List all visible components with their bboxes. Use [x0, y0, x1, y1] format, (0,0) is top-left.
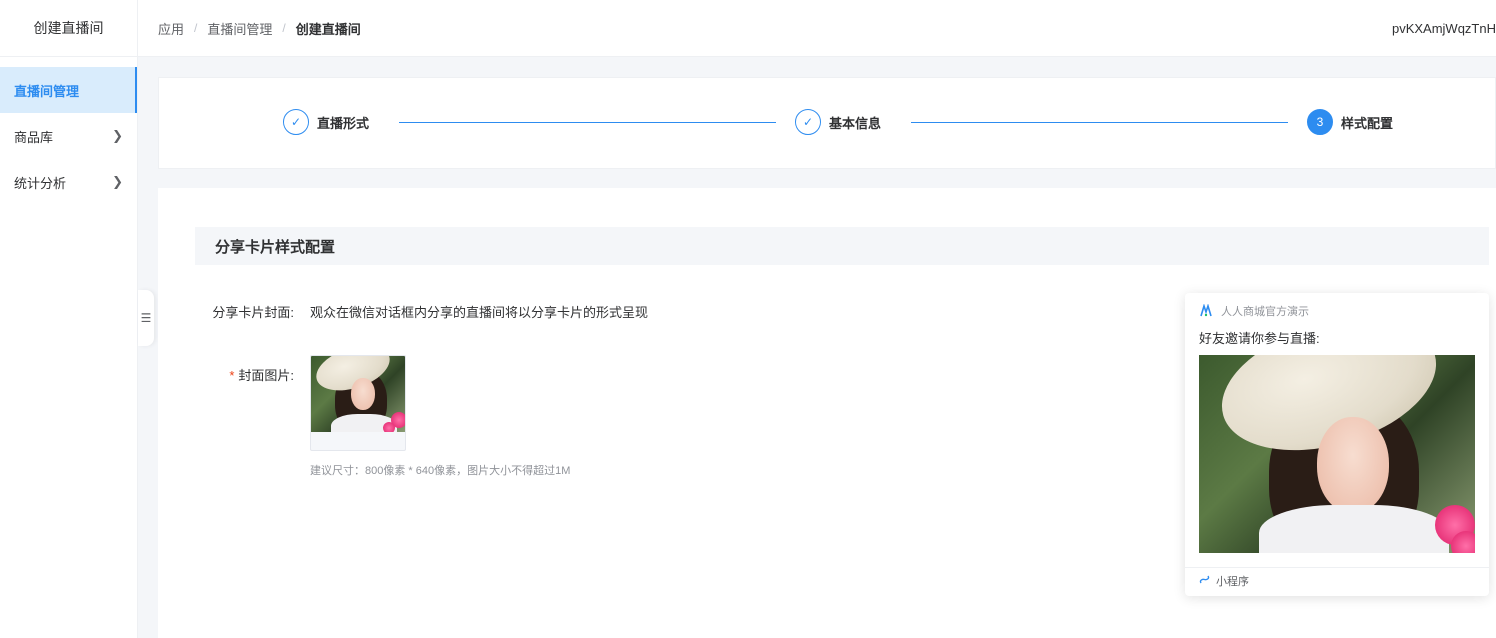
step-label: 样式配置: [1341, 115, 1394, 131]
sidebar: 创建直播间 直播间管理 商品库 ❯ 统计分析 ❯: [0, 0, 138, 638]
check-icon: ✓: [283, 109, 309, 135]
sidebar-header: 创建直播间: [0, 0, 137, 57]
check-icon: ✓: [795, 109, 821, 135]
image-label: 封面图片:: [238, 368, 294, 383]
breadcrumb-item-live-room-management[interactable]: 直播间管理: [207, 19, 272, 38]
section-title: 分享卡片样式配置: [195, 227, 1489, 265]
image-label-row: * 封面图片:: [158, 365, 294, 384]
user-name[interactable]: pvKXAmjWqzTnH: [1392, 0, 1496, 57]
breadcrumb-separator: /: [194, 21, 198, 35]
sidebar-item-label: 统计分析: [14, 175, 67, 191]
sidebar-item-live-room-management[interactable]: 直播间管理: [0, 67, 137, 113]
cover-label: 分享卡片封面:: [212, 305, 294, 320]
chevron-right-icon: ❯: [112, 174, 123, 189]
upload-hint: 建议尺寸：800像素 * 640像素，图片大小不得超过1M: [310, 465, 571, 477]
step-connector: [911, 122, 1288, 123]
sidebar-item-label: 商品库: [14, 129, 54, 145]
share-card-footer-label: 小程序: [1216, 576, 1249, 588]
cover-image-thumbnail: [311, 356, 405, 432]
chevron-right-icon: ❯: [112, 128, 123, 143]
required-mark: *: [229, 368, 235, 383]
share-card-header: 人人商城官方演示: [1199, 303, 1309, 319]
breadcrumb-separator: /: [282, 21, 286, 35]
cover-description: 观众在微信对话框内分享的直播间将以分享卡片的形式呈现: [310, 305, 649, 320]
step-basic-info: ✓ 基本信息: [795, 109, 881, 135]
mini-program-icon: [1199, 574, 1210, 588]
topbar: 应用 / 直播间管理 / 创建直播间 pvKXAmjWqzTnH: [138, 0, 1496, 57]
menu-fold-icon: ☰: [140, 311, 152, 325]
share-card-title: 好友邀请你参与直播:: [1199, 331, 1320, 346]
sidebar-collapse-button[interactable]: ☰: [138, 290, 154, 346]
step-live-format: ✓ 直播形式: [283, 109, 369, 135]
step-label: 基本信息: [829, 115, 882, 131]
share-card-cover-image: [1199, 355, 1475, 553]
breadcrumb-item-apps[interactable]: 应用: [158, 19, 184, 38]
steps-bar: ✓ 直播形式 ✓ 基本信息 3 样式配置: [158, 77, 1496, 169]
step-label: 直播形式: [317, 115, 370, 131]
brand-logo-icon: [1199, 304, 1213, 318]
step-connector: [399, 122, 776, 123]
sidebar-item-product-library[interactable]: 商品库 ❯: [0, 113, 137, 159]
step-style-config: 3 样式配置: [1307, 109, 1393, 135]
share-card-footer: 小程序: [1199, 573, 1249, 589]
share-card-divider: [1185, 567, 1489, 568]
share-card-preview: 人人商城官方演示 好友邀请你参与直播: 小程序: [1185, 293, 1489, 596]
sidebar-menu: 直播间管理 商品库 ❯ 统计分析 ❯: [0, 57, 137, 205]
sidebar-item-label: 直播间管理: [14, 83, 80, 99]
breadcrumb-item-current: 创建直播间: [295, 21, 361, 37]
sidebar-item-statistics[interactable]: 统计分析 ❯: [0, 159, 137, 205]
step-number: 3: [1307, 109, 1333, 135]
brand-name: 人人商城官方演示: [1221, 306, 1309, 318]
cover-image-upload[interactable]: [310, 355, 406, 451]
